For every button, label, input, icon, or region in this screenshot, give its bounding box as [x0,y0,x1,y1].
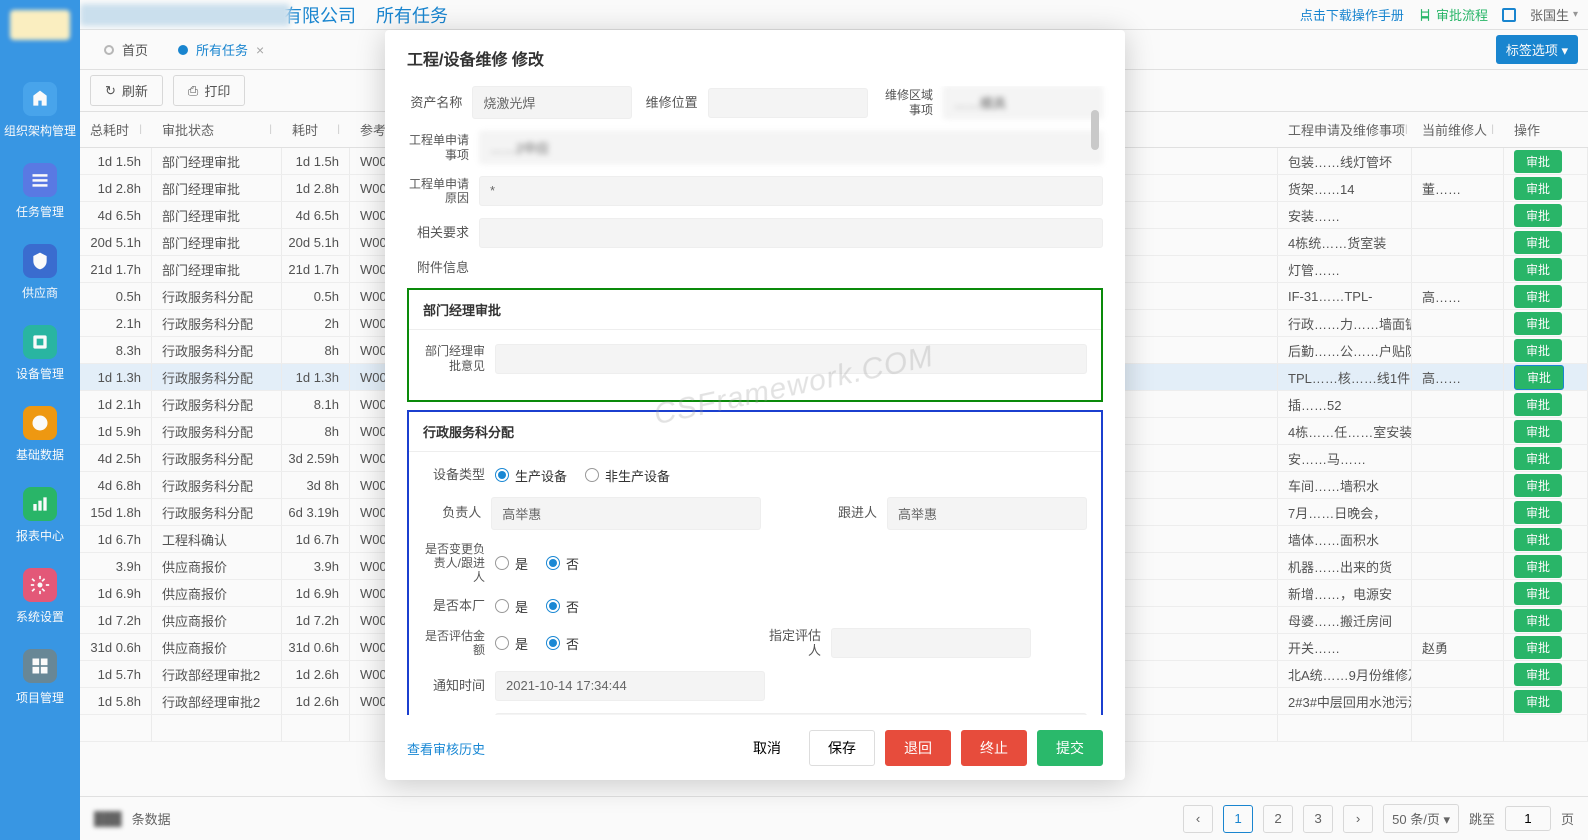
repair-pos-label: 维修位置 [642,95,697,111]
modal-body: 资产名称 烧激光焊 维修位置 维修区域事项 ……模具 工程单申请事项 ……2中应… [385,86,1125,715]
is-eval-label: 是否评估金额 [423,629,485,658]
section2-title: 行政服务科分配 [409,412,1101,452]
attach-label: 附件信息 [407,260,469,276]
radio-change-yes[interactable]: 是 [495,554,528,573]
related-req-label: 相关要求 [407,225,469,241]
is-local-label: 是否本厂 [423,598,485,614]
edit-modal: 工程/设备维修 修改 资产名称 烧激光焊 维修位置 维修区域事项 ……模具 工程… [385,30,1125,780]
repair-area-label: 维修区域事项 [878,88,933,117]
apply-reason-field[interactable]: * [479,176,1103,206]
mgr-opinion-field[interactable] [495,344,1087,374]
radio-local-yes[interactable]: 是 [495,597,528,616]
owner-label: 负责人 [423,505,481,521]
apply-reason-label: 工程单申请原因 [407,177,469,206]
radio-eval-yes[interactable]: 是 [495,634,528,653]
change-owner-label: 是否变更负责人/跟进人 [423,542,485,585]
save-button[interactable]: 保存 [809,730,875,766]
repair-area-field[interactable]: ……模具 [943,86,1103,119]
modal-scrollbar[interactable] [1091,110,1099,150]
radio-eval-no[interactable]: 否 [546,634,579,653]
asset-name-label: 资产名称 [407,95,462,111]
section-admin-assign: 行政服务科分配 设备类型 生产设备 非生产设备 负责人 高举惠 跟进人 高举惠 [407,410,1103,715]
notify-time-label: 通知时间 [423,678,485,694]
view-history-link[interactable]: 查看审核历史 [407,739,485,758]
modal-footer: 查看审核历史 取消 保存 退回 终止 提交 [385,715,1125,780]
notify-time-field[interactable]: 2021-10-14 17:34:44 [495,671,765,701]
radio-nonproduction[interactable]: 非生产设备 [585,466,670,485]
repair-pos-field[interactable] [708,88,868,118]
device-type-label: 设备类型 [423,467,485,483]
appoint-evaluator-field[interactable] [831,628,1031,658]
return-button[interactable]: 退回 [885,730,951,766]
follower-label: 跟进人 [819,505,877,521]
terminate-button[interactable]: 终止 [961,730,1027,766]
apply-item-label: 工程单申请事项 [407,133,469,162]
mgr-opinion-label: 部门经理审批意见 [423,344,485,373]
apply-item-field[interactable]: ……2中应 [479,131,1103,164]
related-req-field[interactable] [479,218,1103,248]
section1-title: 部门经理审批 [409,290,1101,330]
section-dept-approval: 部门经理审批 部门经理审批意见 [407,288,1103,402]
radio-local-no[interactable]: 否 [546,597,579,616]
modal-title: 工程/设备维修 修改 [385,30,1125,86]
cancel-button[interactable]: 取消 [735,731,799,765]
owner-field[interactable]: 高举惠 [491,497,761,530]
submit-button[interactable]: 提交 [1037,730,1103,766]
asset-name-field[interactable]: 烧激光焊 [472,86,632,119]
follower-field[interactable]: 高举惠 [887,497,1087,530]
radio-production[interactable]: 生产设备 [495,466,567,485]
appoint-evaluator-label: 指定评估人 [759,628,821,659]
radio-change-no[interactable]: 否 [546,554,579,573]
